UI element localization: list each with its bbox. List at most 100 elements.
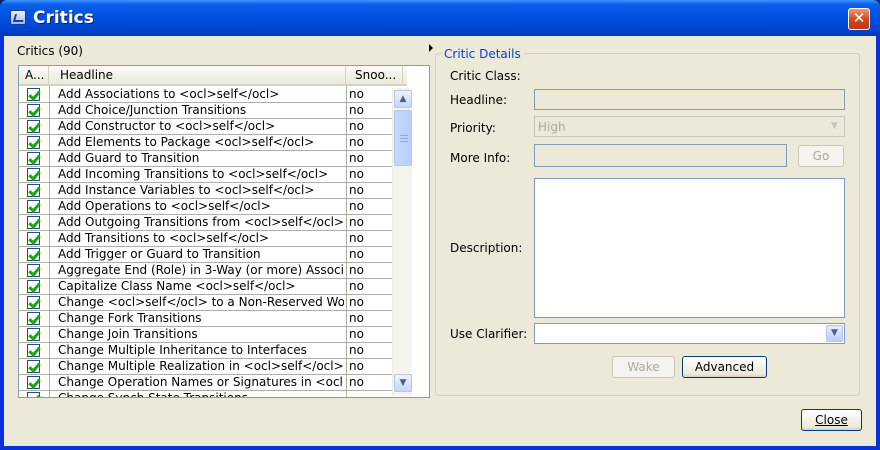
more-info-field [534, 144, 787, 167]
active-checkbox[interactable] [27, 392, 40, 397]
snoozed-cell: no [349, 103, 364, 117]
scroll-down-button[interactable]: ▼ [394, 374, 412, 392]
title-bar[interactable]: Critics ✕ [0, 0, 880, 36]
table-row[interactable]: Capitalize Class Name <ocl>self</ocl> no [19, 279, 405, 295]
table-row[interactable]: Add Trigger or Guard to Transition no [19, 247, 405, 263]
active-checkbox[interactable] [27, 280, 40, 293]
table-row[interactable]: Add Instance Variables to <ocl>self</ocl… [19, 183, 405, 199]
active-checkbox[interactable] [27, 184, 40, 197]
active-checkbox[interactable] [27, 264, 40, 277]
active-checkbox[interactable] [27, 296, 40, 309]
use-clarifier-label: Use Clarifier: [450, 327, 528, 341]
active-checkbox[interactable] [27, 328, 40, 341]
headline-cell: Add Transitions to <ocl>self</ocl> [58, 231, 270, 245]
snoozed-cell: no [349, 263, 364, 277]
active-checkbox[interactable] [27, 104, 40, 117]
description-textarea[interactable] [534, 178, 845, 318]
table-row[interactable]: Add Choice/Junction Transitions no [19, 103, 405, 119]
headline-cell: Change Synch State Transitions [58, 391, 248, 398]
table-row[interactable]: Change Multiple Realization in <ocl>self… [19, 359, 405, 375]
active-checkbox[interactable] [27, 120, 40, 133]
table-row[interactable]: Aggregate End (Role) in 3-Way (or more) … [19, 263, 405, 279]
priority-select: High ▼ [534, 116, 845, 137]
snoozed-cell: no [349, 359, 364, 373]
active-checkbox[interactable] [27, 248, 40, 261]
table-row[interactable]: Add Associations to <ocl>self</ocl> no [19, 87, 405, 103]
snoozed-cell: no [349, 167, 364, 181]
headline-cell: Add Constructor to <ocl>self</ocl> [58, 119, 276, 133]
table-row[interactable]: Change Operation Names or Signatures in … [19, 375, 405, 391]
snoozed-cell: no [349, 183, 364, 197]
critic-class-label: Critic Class: [450, 69, 521, 83]
snoozed-cell: no [349, 215, 364, 229]
table-row[interactable]: Add Guard to Transition no [19, 151, 405, 167]
critics-window: Critics ✕ Critics (90) A... Headline Sno… [0, 0, 880, 450]
column-header-headline[interactable]: Headline [49, 66, 346, 86]
active-checkbox[interactable] [27, 216, 40, 229]
active-checkbox[interactable] [27, 136, 40, 149]
table-row[interactable]: Add Elements to Package <ocl>self</ocl> n… [19, 135, 405, 151]
snoozed-cell: no [349, 151, 364, 165]
active-checkbox[interactable] [27, 232, 40, 245]
active-checkbox[interactable] [27, 376, 40, 389]
snoozed-cell: no [349, 87, 364, 101]
headline-cell: Change Fork Transitions [58, 311, 202, 325]
dialog-body: Critics (90) A... Headline Snoo... Add A… [4, 36, 876, 446]
active-checkbox[interactable] [27, 312, 40, 325]
chevron-down-icon[interactable]: ▼ [826, 325, 843, 342]
snoozed-cell: no [349, 119, 364, 133]
table-row[interactable]: Add Incoming Transitions to <ocl>self</o… [19, 167, 405, 183]
advanced-button[interactable]: Advanced [682, 356, 767, 378]
window-close-button[interactable]: ✕ [848, 8, 870, 30]
column-header-active[interactable]: A... [19, 66, 49, 86]
critic-details-legend: Critic Details [441, 47, 524, 61]
scroll-thumb[interactable] [394, 110, 412, 166]
table-row[interactable]: Change Multiple Inheritance to Interface… [19, 343, 405, 359]
active-checkbox[interactable] [27, 360, 40, 373]
snoozed-cell: no [349, 311, 364, 325]
table-body: Add Associations to <ocl>self</ocl> no Add… [19, 87, 405, 398]
active-checkbox[interactable] [27, 152, 40, 165]
table-row[interactable]: Add Operations to <ocl>self</ocl> no [19, 199, 405, 215]
headline-cell: Add Outgoing Transitions from <ocl>self<… [58, 215, 344, 229]
table-vertical-scrollbar[interactable]: ▲ ▼ [392, 88, 412, 396]
headline-cell: Change Operation Names or Signatures in … [58, 375, 344, 389]
table-row[interactable]: Change <ocl>self</ocl> to a Non-Reserved… [19, 295, 405, 311]
headline-cell: Add Incoming Transitions to <ocl>self</o… [58, 167, 329, 181]
chevron-down-icon: ▼ [831, 121, 838, 131]
table-header: A... Headline Snoo... [19, 66, 407, 86]
snoozed-cell: no [349, 295, 364, 309]
table-row[interactable]: Add Transitions to <ocl>self</ocl> no [19, 231, 405, 247]
snoozed-cell: no [349, 231, 364, 245]
headline-cell: Change Multiple Realization in <ocl>self… [58, 359, 344, 373]
wake-button[interactable]: Wake [612, 356, 675, 378]
headline-cell: Add Choice/Junction Transitions [58, 103, 247, 117]
headline-cell: Aggregate End (Role) in 3-Way (or more) … [58, 263, 344, 277]
table-row[interactable]: Change Join Transitions no [19, 327, 405, 343]
headline-label: Headline: [450, 93, 508, 107]
go-button[interactable]: Go [798, 145, 844, 167]
table-row[interactable]: Add Outgoing Transitions from <ocl>self<… [19, 215, 405, 231]
use-clarifier-combobox[interactable]: ▼ [534, 323, 845, 344]
headline-cell: Add Associations to <ocl>self</ocl> [58, 87, 280, 101]
scroll-grip [400, 138, 408, 139]
critics-table: A... Headline Snoo... Add Associations t… [18, 65, 430, 398]
snoozed-cell: no [349, 279, 364, 293]
window-title: Critics [33, 8, 94, 28]
column-header-snoozed[interactable]: Snoo... [346, 66, 403, 86]
active-checkbox[interactable] [27, 88, 40, 101]
headline-cell: Add Trigger or Guard to Transition [58, 247, 261, 261]
headline-cell: Change Multiple Inheritance to Interface… [58, 343, 307, 357]
priority-label: Priority: [450, 121, 496, 135]
active-checkbox[interactable] [27, 344, 40, 357]
snoozed-cell: no [349, 375, 364, 389]
split-pane-arrow-icon[interactable] [429, 44, 433, 52]
active-checkbox[interactable] [27, 168, 40, 181]
close-button[interactable]: Close [801, 409, 862, 431]
active-checkbox[interactable] [27, 200, 40, 213]
table-row[interactable]: Change Synch State Transitions [19, 391, 405, 398]
snoozed-cell: no [349, 199, 364, 213]
table-row[interactable]: Change Fork Transitions no [19, 311, 405, 327]
scroll-up-button[interactable]: ▲ [394, 90, 412, 108]
table-row[interactable]: Add Constructor to <ocl>self</ocl> no [19, 119, 405, 135]
